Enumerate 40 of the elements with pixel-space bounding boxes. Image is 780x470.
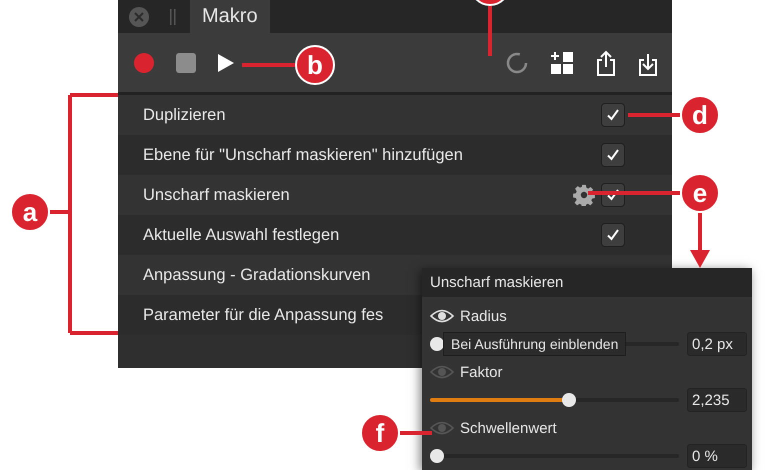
checkbox[interactable] [601, 223, 625, 247]
callout-marker: d [680, 95, 720, 135]
tooltip: Bei Ausführung einblenden [443, 332, 626, 356]
step-label[interactable]: Ebene für "Unscharf maskieren" hinzufügen [143, 146, 601, 164]
checkmark-icon [605, 147, 621, 163]
value-field[interactable]: 0 % [687, 444, 747, 468]
checkmark-icon [605, 187, 621, 203]
leader-line [242, 63, 295, 67]
step-label[interactable]: Aktuelle Auswahl festlegen [143, 226, 601, 244]
value-field[interactable]: 2,235 [687, 388, 747, 412]
leader-line [488, 6, 492, 56]
slider[interactable] [430, 449, 679, 463]
grip-icon[interactable] [170, 8, 176, 24]
popup-title: Unscharf maskieren [422, 268, 752, 297]
spinner-icon [506, 52, 528, 74]
callout-marker: e [680, 173, 720, 213]
slider[interactable] [430, 393, 679, 407]
leader-line [628, 113, 680, 117]
tab[interactable]: Makro [190, 0, 270, 33]
callout-marker: f [360, 413, 400, 453]
callout-marker: a [10, 192, 50, 232]
parameter-label: Radius [460, 308, 507, 324]
checkbox[interactable] [601, 143, 625, 167]
checkmark-icon [605, 227, 621, 243]
share-icon[interactable] [596, 50, 616, 76]
stop-icon[interactable] [176, 52, 196, 72]
callout-marker: b [295, 45, 335, 85]
step-row[interactable]: Duplizieren [118, 95, 672, 135]
value-field[interactable]: 0,2 px [687, 332, 747, 356]
checkmark-icon [605, 107, 621, 123]
play-icon[interactable] [218, 54, 234, 72]
add-grid-icon[interactable] [550, 50, 574, 74]
step-label[interactable]: Unscharf maskieren [143, 186, 573, 204]
step-row[interactable]: Unscharf maskieren [118, 175, 672, 215]
checkbox[interactable] [601, 103, 625, 127]
step-label[interactable]: Duplizieren [143, 106, 601, 124]
parameter-label: Schwellenwert [460, 420, 557, 436]
leader-line [400, 431, 432, 435]
parameter-label: Faktor [460, 364, 503, 380]
settings-icon[interactable] [573, 184, 595, 206]
